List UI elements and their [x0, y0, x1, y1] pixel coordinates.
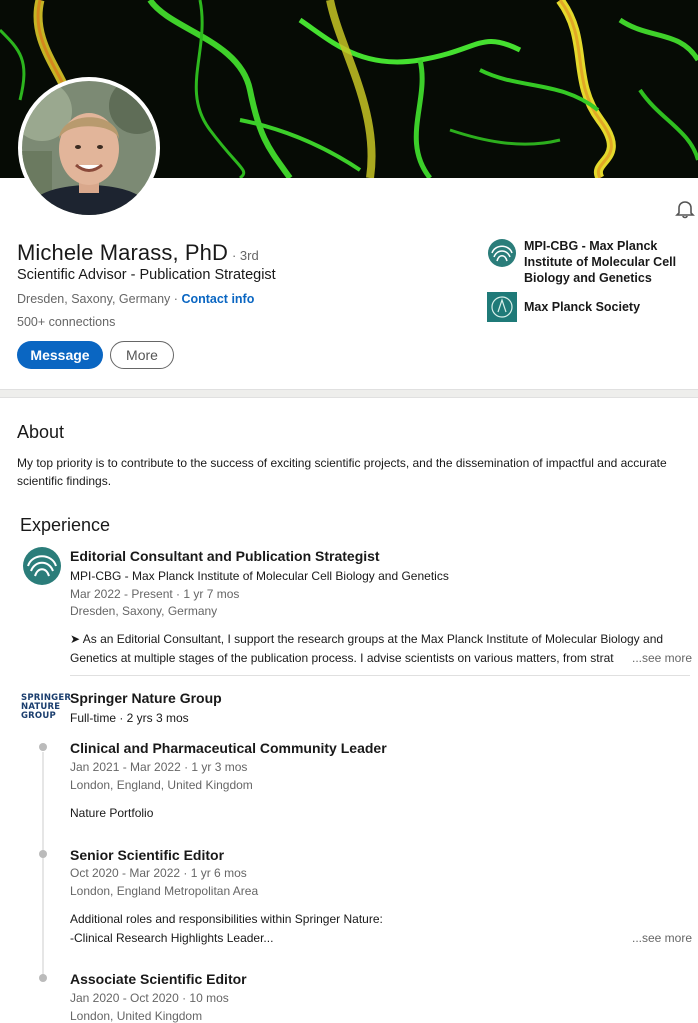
role2-description-line2: -Clinical Research Highlights Leader... [70, 931, 274, 945]
more-button[interactable]: More [110, 341, 174, 369]
timeline-dot [39, 850, 47, 858]
experience-separator [70, 675, 690, 676]
profile-headline: Scientific Advisor - Publication Strateg… [17, 267, 276, 283]
profile-name-row: Michele Marass, PhD · 3rd [17, 240, 259, 266]
role2-title[interactable]: Senior Scientific Editor [70, 847, 224, 863]
timeline-line [42, 752, 44, 980]
role2-location: London, England Metropolitan Area [70, 884, 259, 898]
profile-avatar[interactable] [18, 77, 160, 219]
job1-dates: Mar 2022 - Present · 1 yr 7 mos [70, 587, 240, 601]
about-text: My top priority is to contribute to the … [17, 456, 667, 488]
org-mpi-cbg-line1: MPI-CBG - Max Planck [524, 239, 658, 253]
job1-location: Dresden, Saxony, Germany [70, 604, 218, 618]
role2-description-line1: Additional roles and responsibilities wi… [70, 912, 383, 926]
job1-description-line1: ➤ As an Editorial Consultant, I support … [70, 632, 664, 646]
timeline-dot [39, 974, 47, 982]
connection-degree: · 3rd [231, 248, 259, 263]
org-max-planck-society-label: Max Planck Society [524, 300, 641, 314]
mpi-cbg-logo-icon [487, 238, 517, 268]
role3-dates: Jan 2020 - Oct 2020 · 10 mos [70, 991, 229, 1005]
profile-location: Dresden, Saxony, Germany · [17, 292, 178, 306]
about-heading: About [17, 422, 65, 442]
role1-dates: Jan 2021 - Mar 2022 · 1 yr 3 mos [70, 760, 248, 774]
job1-title[interactable]: Editorial Consultant and Publication Str… [70, 548, 380, 564]
experience-heading: Experience [20, 515, 111, 535]
contact-info-link[interactable]: Contact info [181, 292, 254, 306]
profile-location-row: Dresden, Saxony, Germany · Contact info [17, 292, 254, 306]
org-mpi-cbg-line2: Institute of Molecular Cell [524, 255, 677, 269]
role2-see-more-link[interactable]: ...see more [632, 931, 692, 945]
org-mpi-cbg[interactable]: MPI-CBG - Max Planck Institute of Molecu… [487, 238, 698, 286]
job1-company: MPI-CBG - Max Planck Institute of Molecu… [70, 569, 449, 583]
springer-logo-line3: GROUP [21, 711, 56, 721]
job1-see-more-link[interactable]: ...see more [632, 651, 692, 665]
org-mpi-cbg-line3: Biology and Genetics [524, 271, 652, 285]
role2-dates: Oct 2020 - Mar 2022 · 1 yr 6 mos [70, 866, 247, 880]
section-divider [0, 389, 698, 398]
company2-summary: Full-time · 2 yrs 3 mos [70, 711, 189, 725]
timeline-dot [39, 743, 47, 751]
role3-title[interactable]: Associate Scientific Editor [70, 971, 247, 987]
role1-note: Nature Portfolio [70, 806, 154, 820]
avatar-photo [22, 81, 156, 215]
job1-description-line2: Genetics at multiple stages of the publi… [70, 651, 614, 665]
max-planck-society-logo-icon [487, 292, 517, 322]
role1-title[interactable]: Clinical and Pharmaceutical Community Le… [70, 740, 387, 756]
org-mpi-cbg-label: MPI-CBG - Max Planck Institute of Molecu… [524, 238, 698, 286]
org-max-planck-society[interactable]: Max Planck Society [487, 292, 698, 322]
notification-bell-icon[interactable] [674, 198, 696, 220]
role1-location: London, England, United Kingdom [70, 778, 253, 792]
mpi-cbg-job-logo-icon[interactable] [22, 546, 62, 586]
profile-name: Michele Marass, PhD [17, 240, 228, 265]
company2-name[interactable]: Springer Nature Group [70, 690, 222, 706]
message-button[interactable]: Message [17, 341, 103, 369]
role3-location: London, United Kingdom [70, 1009, 203, 1023]
connections-count[interactable]: 500+ connections [17, 315, 115, 329]
springer-nature-logo-icon[interactable]: SPRINGER NATURE GROUP [21, 694, 71, 721]
